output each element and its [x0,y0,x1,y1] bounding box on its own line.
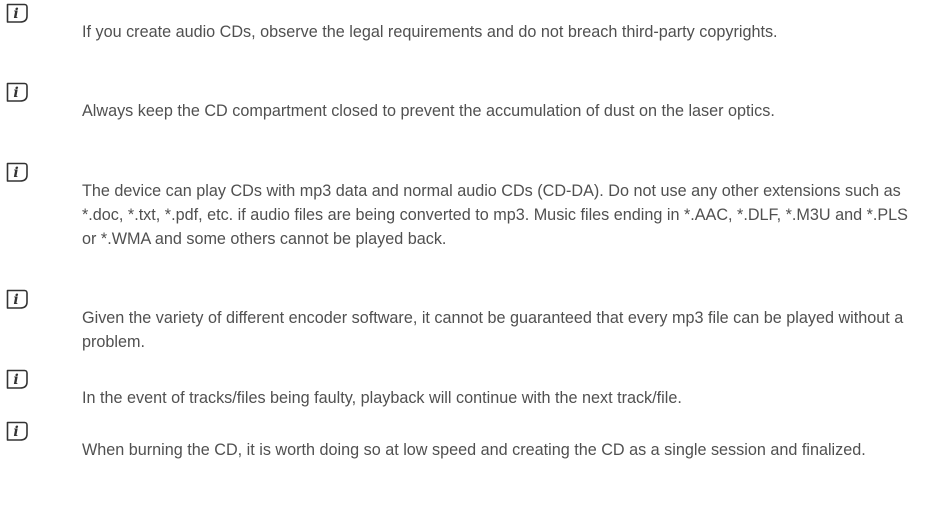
info-icon: i [5,288,29,310]
note-text: In the event of tracks/files being fault… [82,389,682,407]
info-icon: i [5,368,29,390]
info-icon: i [5,161,29,183]
info-icon: i [5,420,29,442]
info-icon: i [5,81,29,103]
note-text: If you create audio CDs, observe the leg… [82,23,778,41]
svg-text:i: i [13,6,18,22]
note-text: Always keep the CD compartment closed to… [82,102,775,120]
note-text: The device can play CDs with mp3 data an… [82,182,908,248]
svg-text:i: i [13,424,18,440]
note-text: Given the variety of different encoder s… [82,309,904,351]
svg-text:i: i [13,372,18,388]
svg-text:i: i [13,165,18,181]
svg-text:i: i [13,292,18,308]
info-icon: i [5,2,29,24]
note-text: When burning the CD, it is worth doing s… [82,441,866,459]
svg-text:i: i [13,85,18,101]
